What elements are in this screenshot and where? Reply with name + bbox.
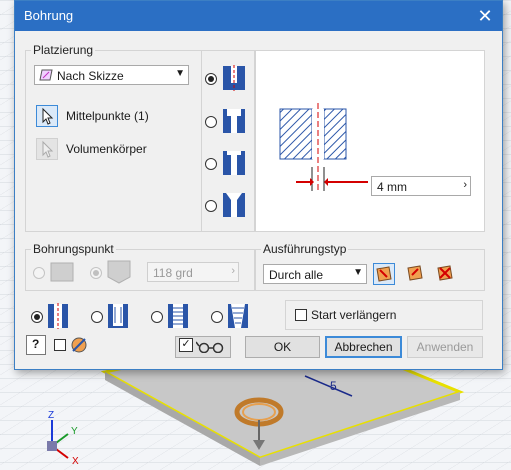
- direction-default-button[interactable]: [373, 263, 395, 285]
- hole-type-spotface-radio[interactable]: [205, 158, 217, 170]
- direction-symmetric-button[interactable]: [435, 263, 457, 285]
- hole-type-countersink-radio[interactable]: [205, 200, 217, 212]
- placement-group-label: Platzierung: [31, 43, 96, 57]
- drill-point-flat-radio[interactable]: [33, 267, 45, 279]
- checkmark-icon: ✓: [179, 338, 193, 352]
- dimension-label: 5: [330, 379, 337, 393]
- drill-angle-input[interactable]: 118 grd ›: [147, 262, 239, 282]
- counterbore-hole-icon: [223, 109, 245, 133]
- help-button[interactable]: ?: [26, 335, 46, 355]
- placement-method-dropdown[interactable]: Nach Skizze ▼: [34, 65, 189, 85]
- hole-clearance-radio[interactable]: [91, 311, 103, 323]
- countersink-hole-icon: [223, 193, 245, 217]
- direction-default-icon: [376, 266, 392, 282]
- hole-type-counterbore-radio[interactable]: [205, 116, 217, 128]
- solids-select-button[interactable]: [36, 138, 58, 160]
- termination-group-label: Ausführungstyp: [261, 242, 349, 256]
- cursor-arrow-icon: [42, 140, 54, 158]
- dialog-title: Bohrung: [24, 8, 74, 23]
- chevron-down-icon: ▼: [175, 68, 185, 79]
- hole-section-preview: [279, 103, 368, 191]
- axis-y-label: Y: [71, 426, 78, 437]
- ok-button[interactable]: OK: [245, 336, 320, 358]
- drill-angle-value: 118 grd: [153, 266, 193, 280]
- hole-dialog: Bohrung ✕ Platzierung Nach Skizze ▼ Mitt…: [14, 0, 503, 370]
- spotface-hole-icon: [223, 151, 245, 175]
- help-icon: ?: [32, 337, 40, 351]
- close-icon[interactable]: ✕: [472, 4, 498, 28]
- cursor-arrow-icon: [42, 107, 54, 125]
- drill-point-group-label: Bohrungspunkt: [31, 242, 116, 256]
- hole-tapped-radio[interactable]: [151, 311, 163, 323]
- chevron-right-icon[interactable]: ›: [463, 179, 467, 191]
- hole-simple-radio[interactable]: [31, 311, 43, 323]
- direction-flip-icon: [407, 265, 423, 281]
- axis-x-label: X: [72, 456, 79, 467]
- flat-drill-point-icon: [50, 262, 74, 282]
- tapped-hole-icon: [168, 304, 188, 328]
- glasses-icon: [196, 341, 224, 353]
- axis-z-label: Z: [48, 410, 54, 421]
- simple-drilled-hole-icon: [48, 303, 68, 329]
- centerpoints-label: Mittelpunkte (1): [66, 109, 149, 123]
- extend-start-checkbox[interactable]: [295, 309, 307, 321]
- solids-label: Volumenkörper: [66, 142, 147, 156]
- cancel-button[interactable]: Abbrechen: [325, 336, 402, 358]
- preview-panel: [255, 50, 485, 232]
- hole-type-simple-radio[interactable]: [205, 73, 217, 85]
- title-bar[interactable]: Bohrung ✕: [15, 1, 502, 31]
- preview-toggle-checkbox[interactable]: [54, 339, 66, 351]
- placement-method-value: Nach Skizze: [57, 69, 124, 83]
- hole-taper-tapped-radio[interactable]: [211, 311, 223, 323]
- clearance-hole-icon: [108, 304, 128, 328]
- angle-drill-point-icon: [107, 260, 131, 284]
- simple-hole-icon: [223, 65, 245, 91]
- sketch-icon: [39, 69, 53, 81]
- termination-value: Durch alle: [269, 268, 324, 282]
- diameter-input[interactable]: 4 mm ›: [371, 176, 471, 196]
- preview-icon: [71, 337, 87, 353]
- chevron-right-icon: ›: [231, 265, 235, 277]
- taper-tapped-hole-icon: [228, 304, 248, 328]
- direction-symmetric-icon: [437, 265, 453, 281]
- extend-start-label: Start verlängern: [311, 308, 397, 322]
- direction-flip-button[interactable]: [405, 263, 427, 285]
- centerpoints-select-button[interactable]: [36, 105, 58, 127]
- apply-button[interactable]: Anwenden: [407, 336, 483, 358]
- drill-point-angle-radio[interactable]: [90, 267, 102, 279]
- chevron-down-icon: ▼: [353, 267, 363, 278]
- termination-dropdown[interactable]: Durch alle ▼: [263, 264, 367, 284]
- glasses-toggle-button[interactable]: ✓: [175, 336, 231, 358]
- diameter-value: 4 mm: [377, 180, 407, 194]
